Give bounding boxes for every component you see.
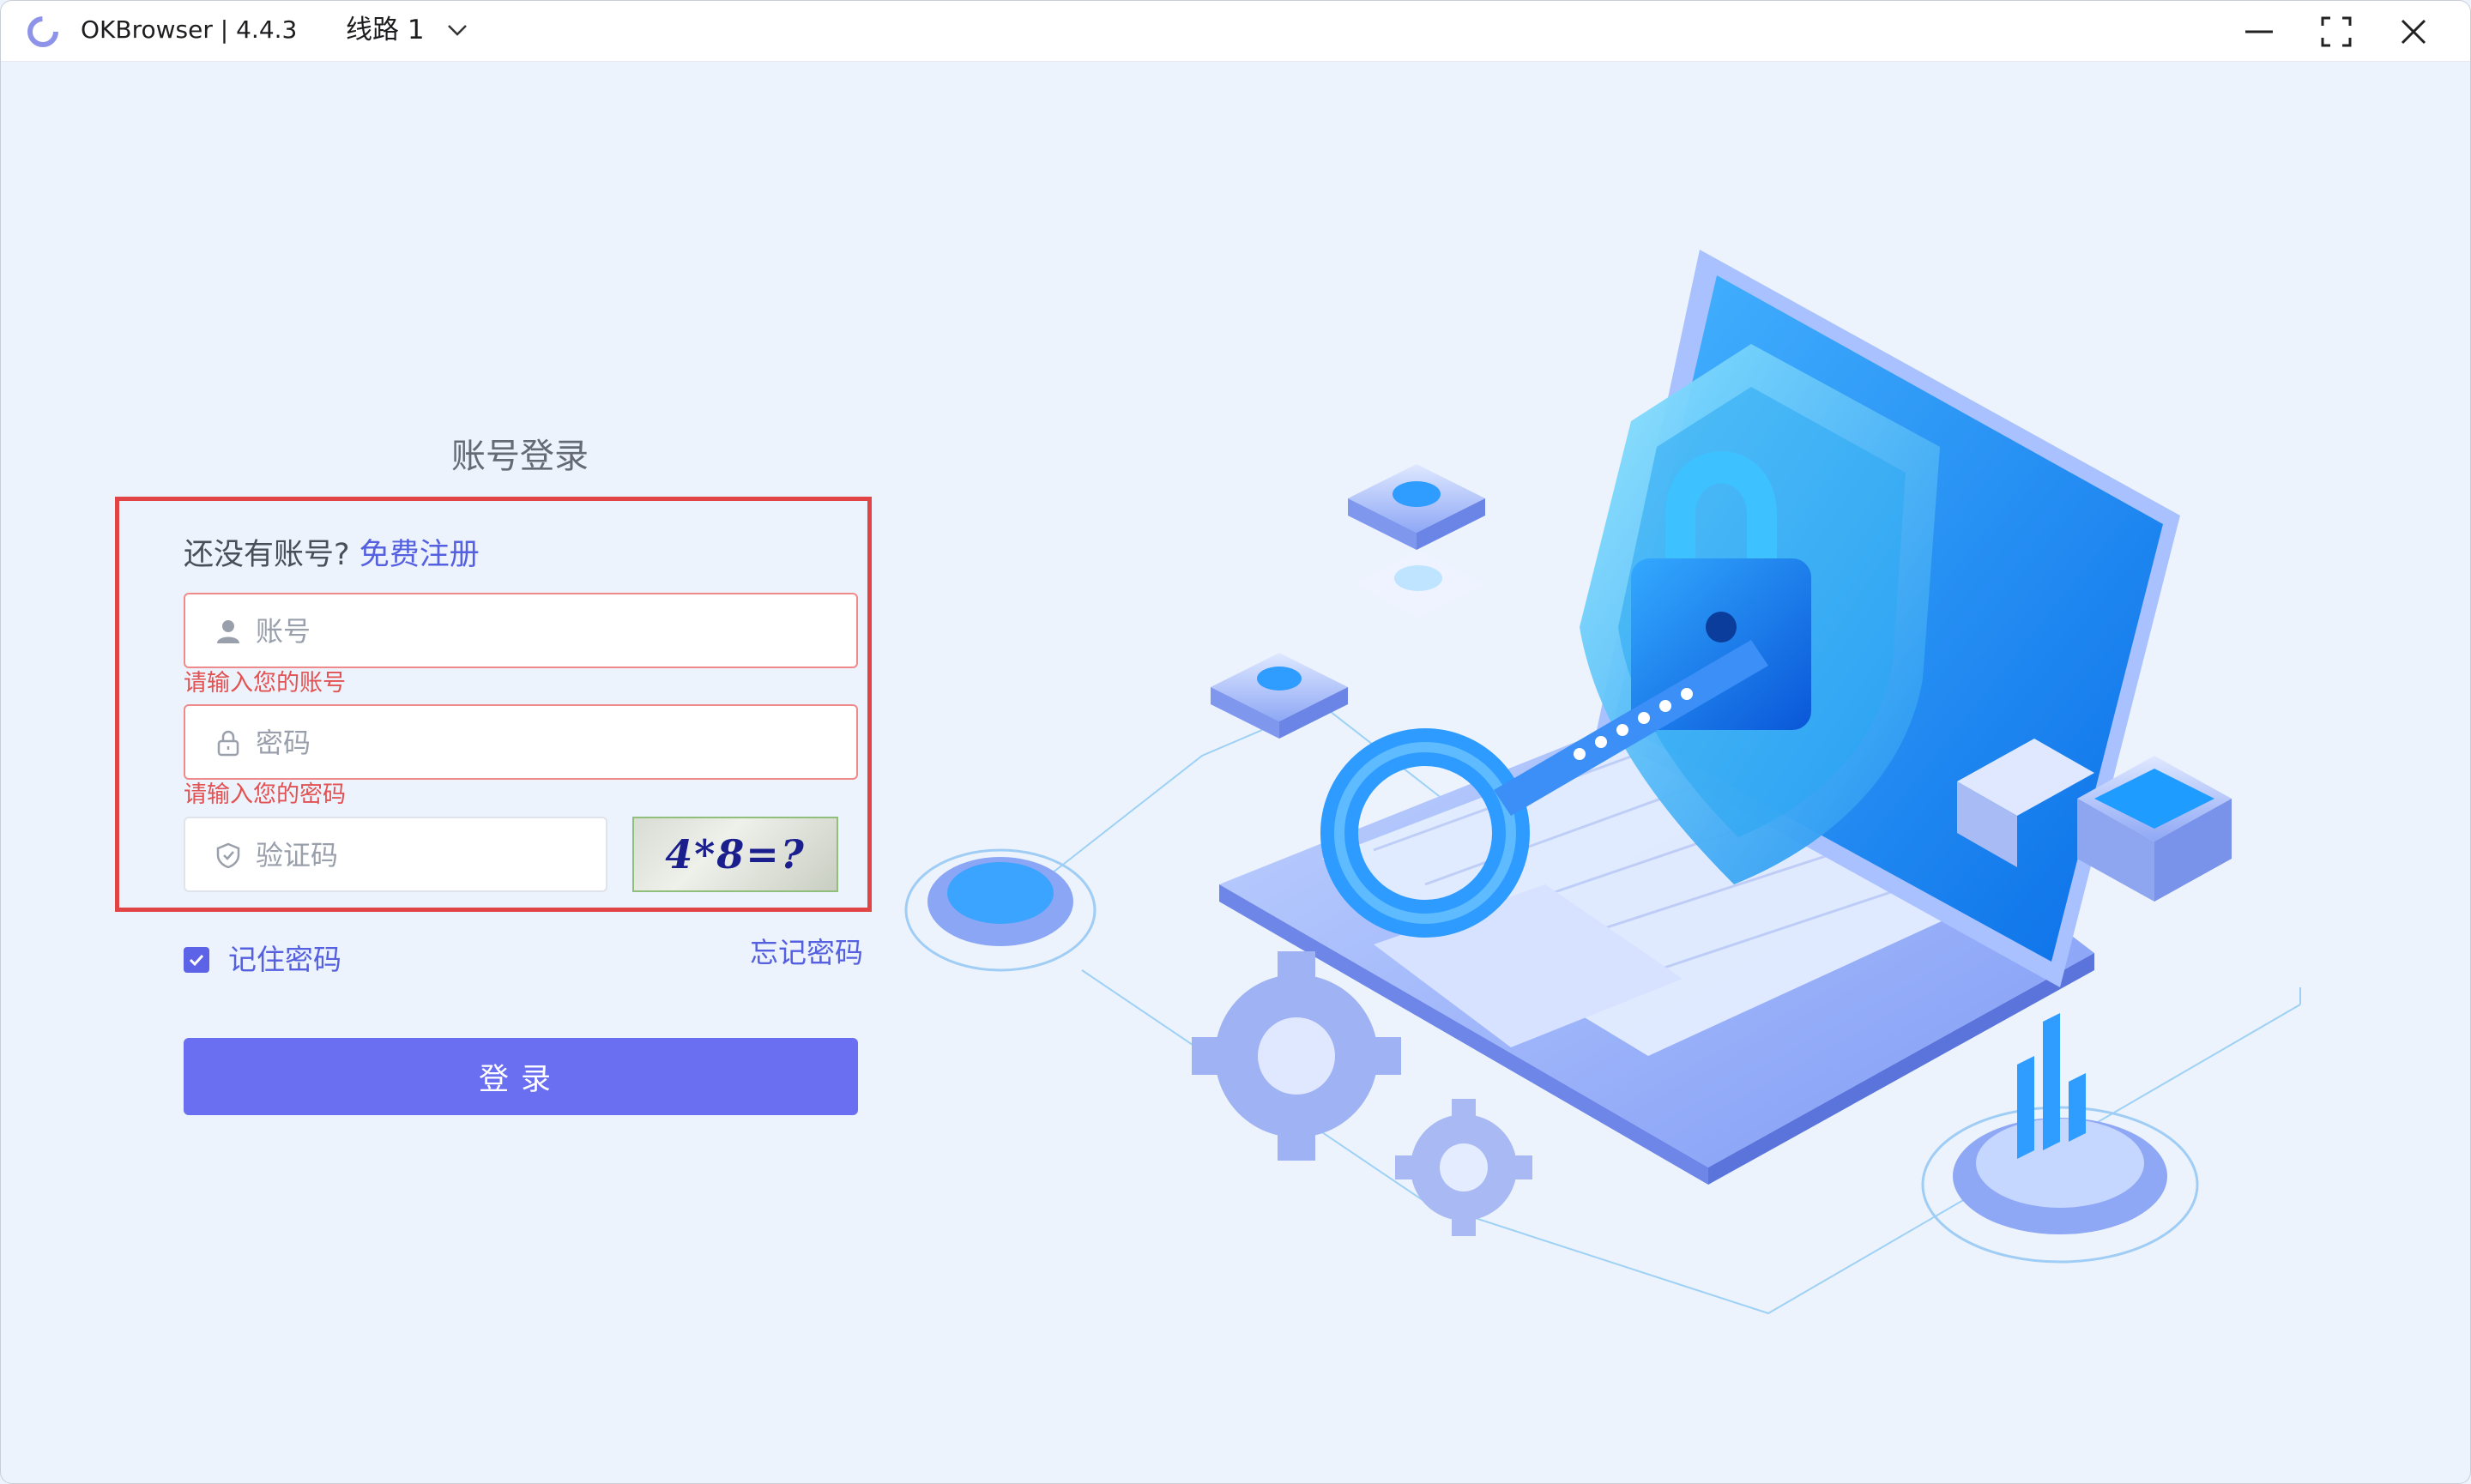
register-link[interactable]: 免费注册 bbox=[359, 538, 480, 572]
shield-icon bbox=[216, 842, 240, 869]
remember-label: 记住密码 bbox=[228, 943, 341, 976]
security-illustration bbox=[904, 250, 2301, 1315]
forgot-password-link[interactable]: 忘记密码 bbox=[750, 934, 863, 972]
route-selector[interactable]: 线路 1 bbox=[346, 13, 468, 47]
minimize-button[interactable] bbox=[2238, 11, 2280, 52]
maximize-icon bbox=[2321, 16, 2352, 47]
app-title: OKBrowser | 4.4.3 bbox=[81, 15, 298, 44]
checkmark-icon bbox=[189, 954, 204, 967]
close-icon bbox=[2401, 19, 2426, 45]
maximize-button[interactable] bbox=[2316, 11, 2357, 52]
captcha-input[interactable] bbox=[254, 818, 592, 892]
lock-icon bbox=[217, 730, 239, 757]
register-row: 还没有账号? 免费注册 bbox=[184, 533, 480, 577]
account-field[interactable] bbox=[184, 593, 858, 668]
close-button[interactable] bbox=[2393, 11, 2434, 52]
chevron-down-icon bbox=[447, 25, 467, 36]
password-input[interactable] bbox=[254, 706, 841, 780]
user-icon bbox=[217, 620, 239, 643]
app-window: OKBrowser | 4.4.3 线路 1 账号登录 还没有账号? 免费注册 … bbox=[0, 0, 2471, 1484]
minimize-icon bbox=[2245, 30, 2273, 33]
captcha-field[interactable] bbox=[184, 817, 607, 892]
password-error: 请输入您的密码 bbox=[184, 781, 346, 808]
captcha-image[interactable]: 4*8=? bbox=[632, 817, 838, 892]
login-heading: 账号登录 bbox=[451, 437, 589, 476]
password-field[interactable] bbox=[184, 704, 858, 780]
account-input[interactable] bbox=[254, 594, 841, 668]
remember-password[interactable]: 记住密码 bbox=[184, 941, 341, 979]
title-bar: OKBrowser | 4.4.3 线路 1 bbox=[1, 1, 2470, 62]
remember-checkbox[interactable] bbox=[184, 947, 209, 973]
route-label: 线路 1 bbox=[346, 15, 425, 45]
account-error: 请输入您的账号 bbox=[184, 670, 346, 697]
okbrowser-logo-icon bbox=[27, 16, 58, 47]
login-button[interactable]: 登录 bbox=[184, 1038, 858, 1115]
register-prompt: 还没有账号? bbox=[184, 538, 350, 572]
